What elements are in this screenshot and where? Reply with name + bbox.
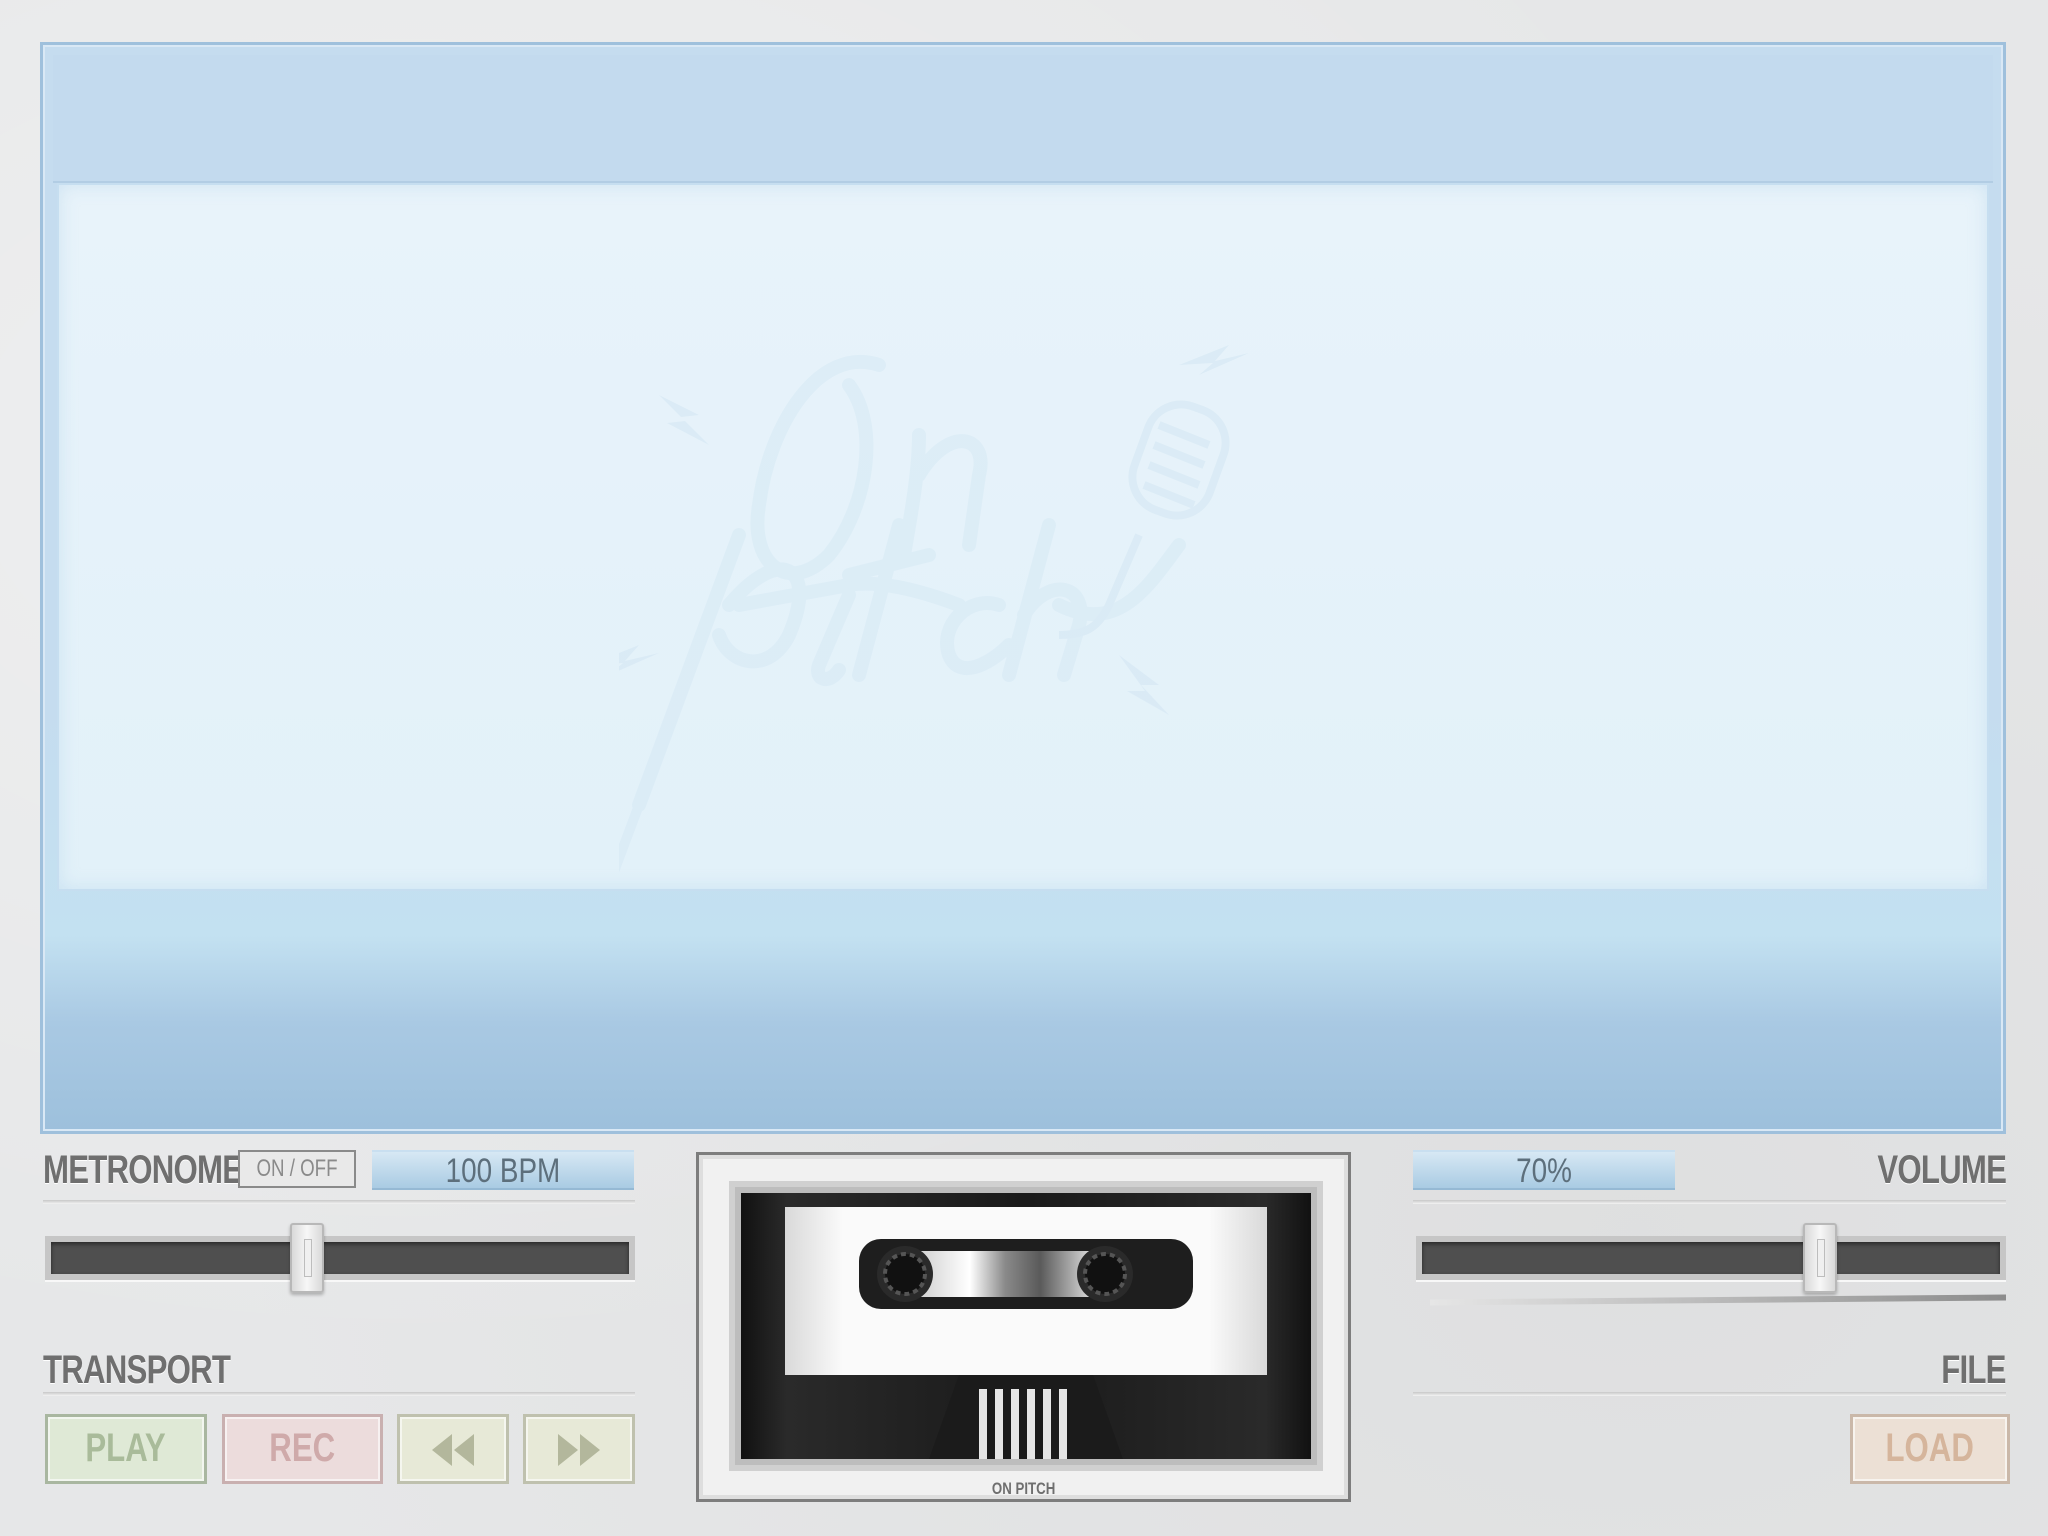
metronome-label: METRONOME — [43, 1148, 243, 1192]
volume-slider-thumb[interactable] — [1803, 1223, 1837, 1293]
file-divider — [1413, 1392, 2006, 1396]
metronome-divider — [43, 1200, 635, 1204]
volume-divider — [1413, 1200, 2006, 1204]
volume-readout: 70% — [1413, 1150, 1675, 1190]
fast-forward-icon — [558, 1434, 600, 1467]
volume-shadow-line — [1430, 1294, 2006, 1306]
cassette-bezel — [729, 1181, 1323, 1471]
rewind-button[interactable] — [397, 1414, 509, 1484]
main-display — [40, 42, 2006, 1134]
record-button[interactable]: REC — [222, 1414, 383, 1484]
on-pitch-logo-watermark — [619, 345, 1249, 873]
play-button[interactable]: PLAY — [45, 1414, 207, 1484]
display-header-bar — [53, 55, 1993, 183]
load-button[interactable]: LOAD — [1850, 1414, 2010, 1484]
bpm-slider[interactable] — [45, 1223, 635, 1293]
bpm-readout: 100 BPM — [372, 1150, 634, 1190]
metronome-toggle-button[interactable]: ON / OFF — [238, 1150, 356, 1188]
transport-divider — [43, 1392, 635, 1396]
transport-label: TRANSPORT — [43, 1348, 231, 1392]
volume-slider[interactable] — [1416, 1223, 2006, 1293]
cassette-brand-label: ON PITCH — [991, 1479, 1056, 1498]
cassette-display: ON PITCH — [696, 1152, 1351, 1502]
fast-forward-button[interactable] — [523, 1414, 635, 1484]
cassette-tape-icon — [741, 1193, 1311, 1459]
waveform-screen[interactable] — [57, 183, 1989, 891]
file-label: FILE — [1941, 1348, 2007, 1392]
rewind-icon — [432, 1434, 474, 1467]
bpm-slider-thumb[interactable] — [290, 1223, 324, 1293]
volume-label: VOLUME — [1877, 1148, 2007, 1192]
